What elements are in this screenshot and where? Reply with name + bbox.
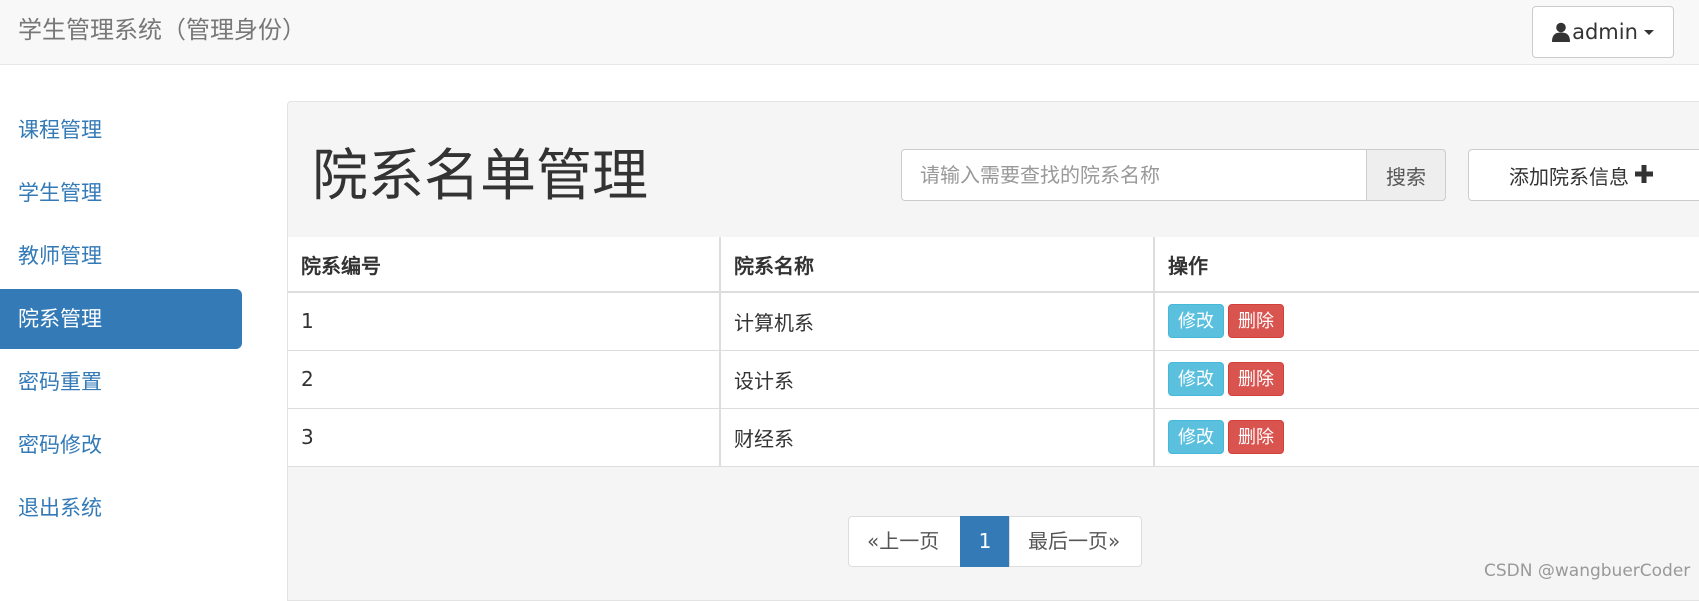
delete-button[interactable]: 删除 <box>1228 362 1284 396</box>
sidebar-item-logout[interactable]: 退出系统 <box>0 478 242 538</box>
plus-icon <box>1635 165 1653 185</box>
sidebar-nav: 课程管理 学生管理 教师管理 院系管理 密码重置 密码修改 退出系统 <box>0 100 242 541</box>
search-group: 搜索 <box>901 149 1446 201</box>
sidebar-item-courses[interactable]: 课程管理 <box>0 100 242 160</box>
cell-actions: 修改 删除 <box>1154 408 1699 467</box>
search-input[interactable] <box>901 149 1367 201</box>
table-row: 1 计算机系 修改 删除 <box>288 292 1699 351</box>
cell-department-id: 3 <box>288 408 721 467</box>
user-menu-button[interactable]: admin <box>1532 6 1674 58</box>
sidebar-item-teachers[interactable]: 教师管理 <box>0 226 242 286</box>
edit-button[interactable]: 修改 <box>1168 362 1224 396</box>
sidebar-item-students[interactable]: 学生管理 <box>0 163 242 223</box>
cell-actions: 修改 删除 <box>1154 292 1699 351</box>
column-header-name: 院系名称 <box>720 237 1155 293</box>
pagination-prev[interactable]: «上一页 <box>848 516 961 567</box>
main-panel: 院系名单管理 搜索 添加院系信息 院系编号 院系名称 操作 1 计算机系 <box>287 101 1699 601</box>
watermark: CSDN @wangbuerCoder <box>1484 561 1691 581</box>
edit-button[interactable]: 修改 <box>1168 304 1224 339</box>
table-header-row: 院系编号 院系名称 操作 <box>288 237 1699 293</box>
pagination-page-current[interactable]: 1 <box>960 516 1010 567</box>
app-brand[interactable]: 学生管理系统（管理身份） <box>18 14 306 46</box>
sidebar-item-password-change[interactable]: 密码修改 <box>0 415 242 475</box>
add-department-button[interactable]: 添加院系信息 <box>1468 149 1699 201</box>
delete-button[interactable]: 删除 <box>1228 304 1284 339</box>
cell-department-name: 计算机系 <box>720 292 1155 351</box>
pagination-last[interactable]: 最后一页» <box>1009 516 1142 567</box>
cell-department-id: 1 <box>288 292 721 351</box>
cell-department-name: 财经系 <box>720 408 1155 467</box>
departments-table: 院系编号 院系名称 操作 1 计算机系 修改 删除 2 设计系 修改 删除 3 … <box>288 237 1699 467</box>
sidebar-item-departments[interactable]: 院系管理 <box>0 289 242 349</box>
column-header-actions: 操作 <box>1154 237 1699 293</box>
top-navbar: 学生管理系统（管理身份） admin <box>0 0 1699 65</box>
edit-button[interactable]: 修改 <box>1168 420 1224 454</box>
user-icon <box>1552 22 1571 42</box>
pagination: «上一页 1 最后一页» <box>848 516 1142 567</box>
column-header-id: 院系编号 <box>288 237 721 293</box>
table-row: 2 设计系 修改 删除 <box>288 350 1699 409</box>
chevron-down-icon <box>1643 29 1654 35</box>
search-button[interactable]: 搜索 <box>1367 149 1446 201</box>
sidebar-item-password-reset[interactable]: 密码重置 <box>0 352 242 412</box>
add-department-label: 添加院系信息 <box>1509 164 1629 189</box>
page-title: 院系名单管理 <box>312 144 648 209</box>
user-name: admin <box>1572 20 1638 44</box>
table-row: 3 财经系 修改 删除 <box>288 408 1699 467</box>
delete-button[interactable]: 删除 <box>1228 420 1284 454</box>
cell-department-id: 2 <box>288 350 721 409</box>
cell-department-name: 设计系 <box>720 350 1155 409</box>
cell-actions: 修改 删除 <box>1154 350 1699 409</box>
